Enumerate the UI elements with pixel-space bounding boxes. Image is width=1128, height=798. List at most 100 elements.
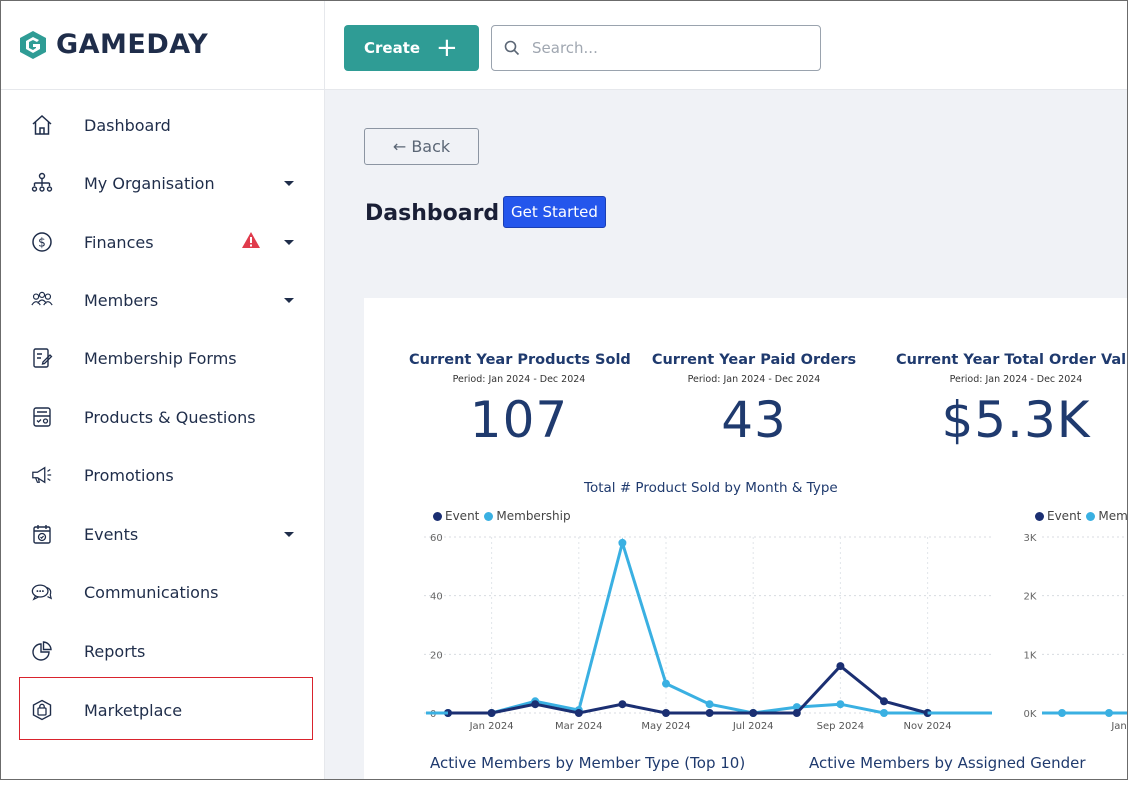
chat-icon: [31, 581, 53, 603]
chevron-down-icon[interactable]: [284, 239, 294, 245]
dollar-icon: $: [31, 231, 53, 253]
megaphone-icon: [31, 464, 53, 486]
data-point-membership: [880, 709, 888, 717]
chevron-down-icon[interactable]: [284, 297, 294, 303]
sidebar-item-my-organisation[interactable]: My Organisation: [0, 158, 324, 208]
calendar-icon: [31, 523, 53, 545]
y-tick-label: 1K: [1024, 650, 1037, 661]
order-value-line-chart: 0K 1K 2K 3K Jan 20: [1024, 533, 1128, 732]
section-title-gender: Active Members by Assigned Gender: [809, 754, 1086, 772]
kpi-value: 107: [469, 391, 569, 449]
brand-logo[interactable]: GAMEDAY: [0, 0, 324, 90]
sidebar-item-communications[interactable]: Communications: [0, 567, 324, 617]
kpi-title: Current Year Paid Orders: [651, 352, 857, 368]
sidebar-item-membership-forms[interactable]: Membership Forms: [0, 333, 324, 383]
sidebar-item-label: Products & Questions: [84, 407, 256, 427]
data-point-event: [880, 697, 888, 706]
chart-title: Total # Product Sold by Month & Type: [584, 480, 838, 496]
data-point-event: [749, 709, 758, 717]
sidebar-item-label: Finances: [84, 232, 154, 252]
kpi-period: Period: Jan 2024 - Dec 2024: [687, 374, 821, 385]
create-button[interactable]: Create +: [344, 25, 479, 71]
section-title-member-type: Active Members by Member Type (Top 10): [430, 754, 746, 772]
data-point-event: [531, 700, 540, 709]
search-icon: [504, 40, 520, 56]
y-tick-label: 3K: [1024, 533, 1037, 544]
members-icon: [31, 289, 53, 311]
sidebar-item-members[interactable]: Members: [0, 275, 324, 325]
y-tick-label: 40: [430, 592, 443, 603]
kpi-value: $5.3K: [941, 391, 1091, 449]
sidebar-item-label: Events: [84, 524, 139, 544]
chevron-down-icon[interactable]: [284, 531, 294, 537]
legend-event-label: Event: [445, 509, 480, 523]
data-point-event: [836, 662, 845, 671]
kpi-paid-orders: Current Year Paid Orders Period: Jan 202…: [644, 352, 864, 449]
sidebar-item-label: Reports: [84, 641, 146, 661]
sidebar-item-events[interactable]: Events: [0, 509, 324, 559]
legend-event-label: Event: [1047, 509, 1082, 523]
data-point-event: [662, 709, 670, 717]
sidebar-item-label: My Organisation: [84, 173, 215, 193]
sidebar-item-promotions[interactable]: Promotions: [0, 450, 324, 500]
x-tick-label: Sep 2024: [817, 721, 864, 732]
data-point-event: [574, 709, 583, 717]
pie-chart-icon: [31, 640, 53, 662]
main-content: ← Back Dashboard Get Started Current Yea…: [325, 90, 1128, 798]
data-point-memb: [1105, 709, 1113, 717]
legend-membership-label: Membership: [496, 509, 571, 523]
y-tick-label: 60: [430, 533, 443, 544]
sidebar-item-label: Promotions: [84, 465, 174, 485]
sidebar: GAMEDAY Dashboard My Organisation $ Finance…: [0, 0, 325, 780]
sidebar-item-label: Members: [84, 290, 159, 310]
gameday-logo-icon: [20, 30, 46, 59]
brand-name: GAMEDAY: [56, 29, 209, 60]
kpi-title: Current Year Products Sold: [409, 352, 631, 368]
back-button[interactable]: ← Back: [364, 128, 479, 165]
sidebar-item-label: Dashboard: [84, 115, 171, 135]
x-tick-label: Mar 2024: [555, 721, 603, 732]
sidebar-item-products-and-questions[interactable]: Products & Questions: [0, 392, 324, 442]
kpi-total-order-value: Current Year Total Order Valu Period: Ja…: [896, 352, 1128, 449]
y-tick-label: 2K: [1024, 592, 1037, 603]
products-line-chart: 0204060Jan 2024Mar 2024May 2024Jul 2024S…: [424, 533, 994, 732]
org-chart-icon: [31, 172, 53, 194]
data-point-membership: [662, 679, 670, 688]
home-icon: [31, 114, 53, 136]
search-box[interactable]: [491, 25, 821, 71]
get-started-button[interactable]: Get Started: [503, 196, 606, 228]
legend-membership-dot: [484, 511, 494, 521]
chart-legend: Event Membership: [433, 509, 571, 523]
legend-membership-dot: [1086, 511, 1096, 521]
data-point-membership: [618, 538, 627, 547]
svg-text:$: $: [38, 236, 46, 250]
create-button-label: Create: [364, 39, 421, 57]
sidebar-item-reports[interactable]: Reports: [0, 626, 324, 676]
products-icon: [31, 406, 53, 428]
page-title: Dashboard: [365, 201, 500, 226]
chevron-down-icon[interactable]: [284, 180, 294, 186]
data-point-event: [705, 709, 714, 717]
kpi-period: Period: Jan 2024 - Dec 2024: [452, 374, 586, 385]
marketplace-highlight: [19, 677, 313, 740]
sidebar-item-dashboard[interactable]: Dashboard: [0, 100, 324, 150]
warning-icon: [241, 231, 261, 253]
sidebar-item-label: Communications: [84, 582, 219, 602]
search-input[interactable]: [530, 38, 794, 58]
chart2-legend: Event Memb: [1035, 509, 1128, 523]
kpi-title: Current Year Total Order Valu: [896, 352, 1128, 368]
y-tick-label: 0K: [1024, 709, 1037, 720]
data-point-event: [792, 709, 801, 717]
x-tick-label: Nov 2024: [904, 721, 952, 732]
plus-icon: +: [436, 33, 458, 63]
data-point-memb: [1058, 709, 1066, 717]
top-bar: Create +: [325, 0, 1128, 90]
kpi-period: Period: Jan 2024 - Dec 2024: [949, 374, 1083, 385]
kpi-products-sold: Current Year Products Sold Period: Jan 2…: [409, 352, 631, 449]
sidebar-item-finances[interactable]: $ Finances: [0, 217, 324, 267]
data-point-event: [618, 700, 627, 709]
x-tick-label: Jul 2024: [732, 721, 774, 732]
form-icon: [31, 347, 53, 369]
data-point-membership: [705, 700, 714, 709]
x-tick-label: Jan 2024: [469, 721, 514, 732]
